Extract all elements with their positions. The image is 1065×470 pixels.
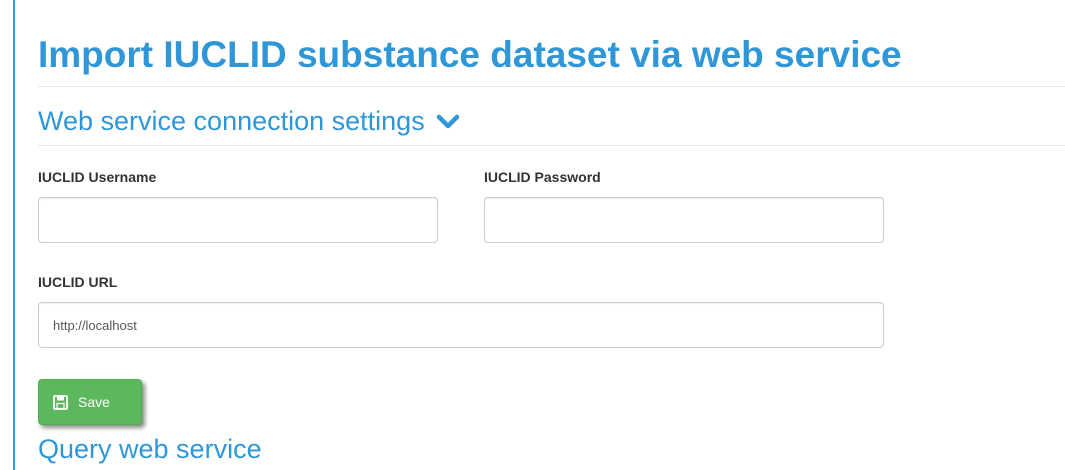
connection-settings-heading: Web service connection settings [38, 106, 425, 136]
url-input[interactable] [38, 302, 884, 348]
save-button[interactable]: Save [38, 379, 142, 425]
password-input[interactable] [484, 197, 884, 243]
left-accent-rule [13, 0, 15, 470]
url-label: IUCLID URL [38, 274, 118, 290]
username-label: IUCLID Username [38, 169, 157, 185]
chevron-down-icon[interactable] [436, 104, 460, 138]
section-divider [38, 145, 1065, 146]
save-button-label: Save [78, 394, 110, 410]
username-input[interactable] [38, 197, 438, 243]
password-label: IUCLID Password [484, 169, 601, 185]
connection-settings-toggle[interactable]: Web service connection settings [38, 104, 460, 138]
page-title: Import IUCLID substance dataset via web … [38, 34, 902, 75]
query-web-service-heading: Query web service [38, 434, 262, 464]
title-divider [38, 86, 1065, 87]
floppy-disk-icon [53, 394, 68, 410]
import-page: Import IUCLID substance dataset via web … [0, 0, 1065, 470]
